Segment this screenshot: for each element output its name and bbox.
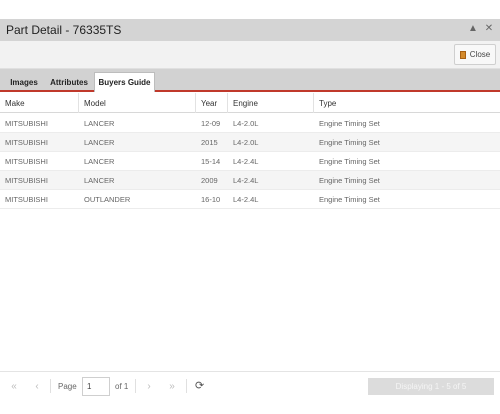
table-row[interactable]: MITSUBISHI LANCER 12-09 L4-2.0L Engine T…: [0, 114, 500, 133]
window-controls: ▲ ✕: [468, 23, 494, 35]
pager-separator: [186, 379, 187, 393]
cell-make: MITSUBISHI: [5, 119, 48, 128]
cell-model: OUTLANDER: [84, 195, 131, 204]
table-row[interactable]: MITSUBISHI LANCER 15-14 L4-2.4L Engine T…: [0, 152, 500, 171]
tab-label: Images: [10, 78, 38, 87]
cell-engine: L4-2.4L: [233, 176, 259, 185]
page-count-label: of 1: [115, 382, 129, 391]
window-titlebar: Part Detail - 76335TS ▲ ✕: [0, 19, 500, 41]
tab-buyers-guide[interactable]: Buyers Guide: [94, 72, 155, 92]
page-label: Page: [58, 382, 77, 391]
tab-images[interactable]: Images: [4, 73, 44, 92]
cell-make: MITSUBISHI: [5, 138, 48, 147]
cell-year: 2009: [201, 176, 218, 185]
window-title: Part Detail - 76335TS: [6, 23, 122, 37]
cell-type: Engine Timing Set: [319, 138, 380, 147]
pager-separator: [135, 379, 136, 393]
column-header-year[interactable]: Year: [196, 93, 228, 113]
cell-model: LANCER: [84, 176, 115, 185]
cell-year: 16-10: [201, 195, 221, 204]
toolbar: Close: [0, 41, 500, 69]
cell-type: Engine Timing Set: [319, 157, 380, 166]
tab-label: Attributes: [50, 78, 88, 87]
table-row[interactable]: MITSUBISHI LANCER 2015 L4-2.0L Engine Ti…: [0, 133, 500, 152]
cell-make: MITSUBISHI: [5, 176, 48, 185]
column-header-model[interactable]: Model: [79, 93, 196, 113]
pager-toolbar: « ‹ Page of 1 › » ⟳ Displaying 1 - 5 of …: [0, 371, 500, 401]
close-button[interactable]: Close: [454, 44, 496, 65]
next-page-icon[interactable]: ›: [143, 381, 155, 392]
prev-page-icon[interactable]: ‹: [31, 381, 43, 392]
cell-type: Engine Timing Set: [319, 119, 380, 128]
close-icon[interactable]: ✕: [484, 23, 494, 35]
cell-type: Engine Timing Set: [319, 176, 380, 185]
tab-bar: Images Attributes Buyers Guide: [0, 69, 500, 92]
last-page-icon[interactable]: »: [166, 381, 178, 392]
grid-header: Make Model Year Engine Type: [0, 93, 500, 113]
cell-year: 15-14: [201, 157, 221, 166]
cell-make: MITSUBISHI: [5, 195, 48, 204]
close-button-label: Close: [469, 50, 491, 59]
cell-type: Engine Timing Set: [319, 195, 380, 204]
cell-model: LANCER: [84, 138, 115, 147]
column-header-make[interactable]: Make: [0, 93, 79, 113]
display-info: Displaying 1 - 5 of 5: [368, 378, 494, 395]
cell-engine: L4-2.4L: [233, 157, 259, 166]
column-header-engine[interactable]: Engine: [228, 93, 314, 113]
cell-engine: L4-2.0L: [233, 119, 259, 128]
cell-make: MITSUBISHI: [5, 157, 48, 166]
document-icon: [459, 50, 466, 59]
table-row[interactable]: MITSUBISHI LANCER 2009 L4-2.4L Engine Ti…: [0, 171, 500, 190]
page-number-input[interactable]: [82, 377, 110, 396]
cell-engine: L4-2.0L: [233, 138, 259, 147]
tab-label: Buyers Guide: [98, 78, 151, 87]
cell-year: 12-09: [201, 119, 221, 128]
table-row[interactable]: MITSUBISHI OUTLANDER 16-10 L4-2.4L Engin…: [0, 190, 500, 209]
cell-engine: L4-2.4L: [233, 195, 259, 204]
cell-model: LANCER: [84, 119, 115, 128]
column-header-type[interactable]: Type: [314, 93, 500, 113]
cell-year: 2015: [201, 138, 218, 147]
first-page-icon[interactable]: «: [8, 381, 20, 392]
pager-separator: [50, 379, 51, 393]
cell-model: LANCER: [84, 157, 115, 166]
refresh-icon[interactable]: ⟳: [195, 379, 204, 392]
collapse-icon[interactable]: ▲: [468, 23, 478, 35]
tab-attributes[interactable]: Attributes: [46, 73, 92, 92]
